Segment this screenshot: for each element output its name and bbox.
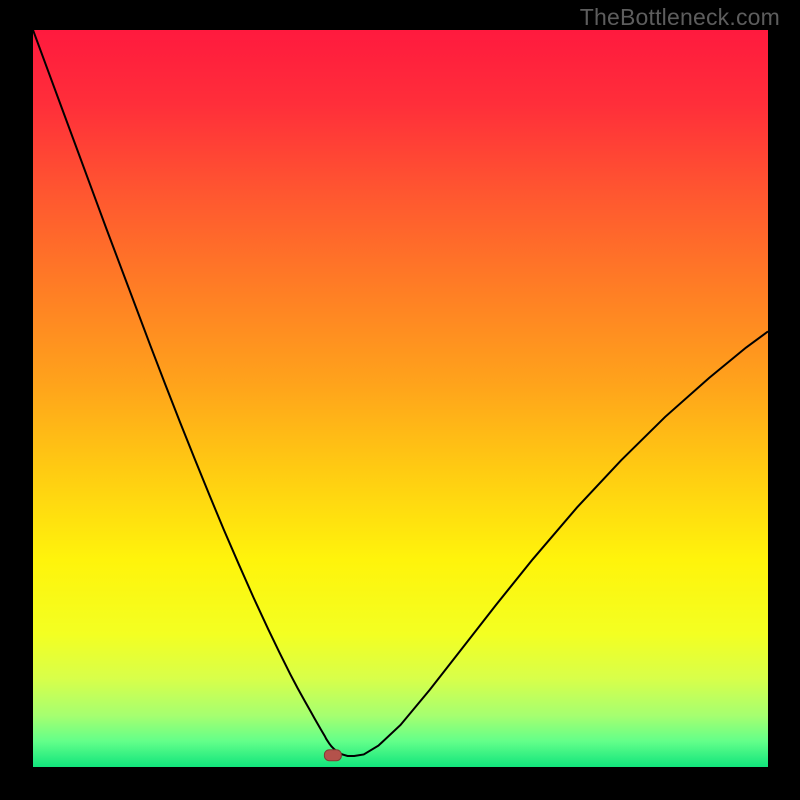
optimal-point-marker	[324, 750, 341, 761]
plot-area	[33, 30, 768, 767]
gradient-background	[33, 30, 768, 767]
chart-frame: TheBottleneck.com	[0, 0, 800, 800]
plot-svg	[33, 30, 768, 767]
watermark-label: TheBottleneck.com	[580, 4, 780, 31]
